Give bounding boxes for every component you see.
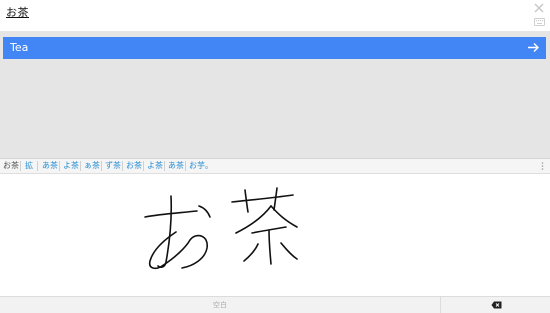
candidate-item[interactable]: お茶 — [3, 159, 19, 173]
candidate-item[interactable]: ず茶 — [105, 159, 121, 173]
divider — [80, 161, 81, 171]
suggestion-label: Tea — [10, 41, 29, 54]
candidate-item[interactable]: よ茶 — [63, 159, 79, 173]
divider — [37, 161, 38, 171]
candidate-item[interactable]: ぁ茶 — [84, 159, 100, 173]
candidate-item[interactable]: お茶 — [126, 159, 142, 173]
divider — [185, 161, 186, 171]
divider — [20, 161, 21, 171]
divider — [122, 161, 123, 171]
divider — [143, 161, 144, 171]
query-bar: お茶 — [0, 0, 550, 31]
divider — [101, 161, 102, 171]
space-key[interactable]: 空白 — [0, 297, 440, 313]
backspace-key[interactable] — [440, 297, 550, 313]
candidate-strip: お茶 拡 あ茶 よ茶 ぁ茶 ず茶 お茶 よ茶 あ茶 お芋。 — [0, 158, 550, 174]
suggestion-row[interactable]: Tea — [3, 37, 546, 59]
arrow-right-icon[interactable] — [527, 41, 540, 54]
query-text[interactable]: お茶 — [6, 4, 29, 20]
keyboard-icon[interactable] — [534, 18, 545, 26]
candidate-item[interactable]: あ茶 — [168, 159, 184, 173]
divider — [164, 161, 165, 171]
handwriting-strokes — [144, 187, 298, 270]
divider — [59, 161, 60, 171]
handwriting-canvas[interactable] — [0, 174, 550, 296]
close-icon[interactable] — [533, 2, 545, 14]
candidate-item[interactable]: 拡 — [25, 159, 33, 173]
candidate-item[interactable]: あ茶 — [42, 159, 58, 173]
candidate-item[interactable]: お芋。 — [189, 159, 213, 173]
keyboard-bottom-bar: 空白 — [0, 296, 550, 313]
backspace-icon — [491, 301, 502, 309]
more-vertical-icon[interactable] — [541, 162, 544, 170]
candidate-item[interactable]: よ茶 — [147, 159, 163, 173]
